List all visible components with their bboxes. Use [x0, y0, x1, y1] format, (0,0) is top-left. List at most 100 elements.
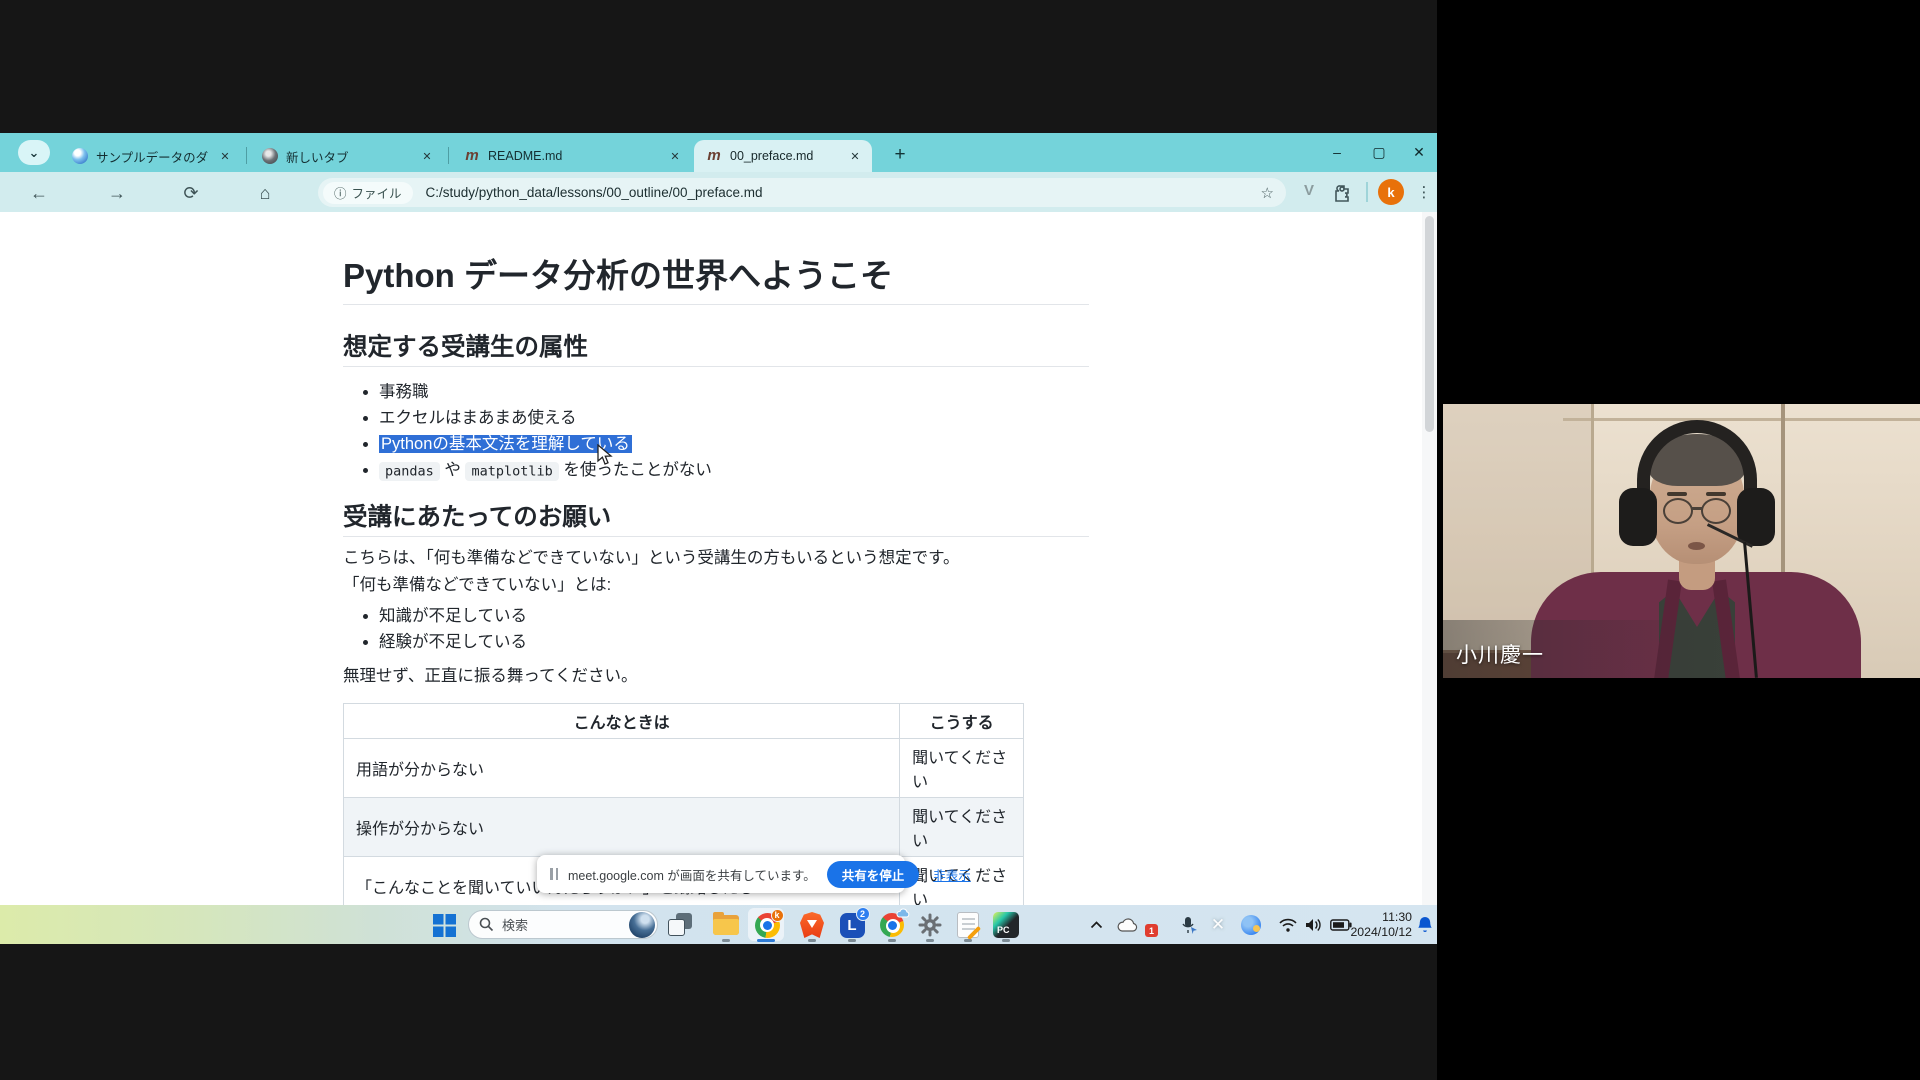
extensions-puzzle-icon[interactable]: [1332, 183, 1352, 208]
chrome-button[interactable]: k: [753, 911, 781, 939]
scrollbar-thumb[interactable]: [1425, 216, 1434, 432]
list-item-text: や: [440, 461, 466, 479]
notepad-button[interactable]: [954, 911, 982, 939]
tab-separator: [246, 147, 247, 164]
participant-name-label: 小川慶一: [1456, 639, 1544, 669]
taskbar-search-box[interactable]: 検索: [468, 910, 658, 939]
running-indicator: [848, 939, 856, 942]
minimize-icon: –: [1333, 144, 1341, 160]
onedrive-tray-button[interactable]: [1114, 911, 1140, 939]
new-tab-button[interactable]: +: [886, 141, 914, 169]
wifi-tray-button[interactable]: [1276, 911, 1300, 939]
info-icon: ⓘ: [334, 183, 347, 202]
maximize-button[interactable]: ▢: [1364, 137, 1394, 167]
chrome-profile2-button[interactable]: [878, 911, 906, 939]
headphones-band: [1637, 420, 1757, 490]
markdown-favicon-icon: m: [464, 148, 480, 164]
close-window-button[interactable]: ✕: [1404, 137, 1434, 167]
chrome-cloud-icon: [880, 913, 904, 937]
mouse-cursor: [597, 444, 616, 471]
tab-new-tab[interactable]: 新しいタブ ✕: [250, 140, 444, 172]
tab-close-icon[interactable]: ✕: [666, 147, 684, 165]
chrome-active-highlight[interactable]: k: [748, 908, 784, 941]
tab-title: サンプルデータのダウンロードからPych: [96, 147, 208, 166]
pycharm-button[interactable]: PC: [992, 911, 1020, 939]
bookmark-star-icon[interactable]: ☆: [1261, 184, 1274, 202]
tray-expand-button[interactable]: [1084, 911, 1108, 939]
line-icon: L 2: [840, 913, 865, 938]
settings-button[interactable]: [916, 911, 944, 939]
list-item: 知識が不足している: [379, 603, 1089, 629]
attributes-list: 事務職 エクセルはまあまあ使える Pythonの基本文法を理解している pand…: [343, 379, 1089, 484]
profile-avatar[interactable]: k: [1378, 179, 1404, 205]
chrome-profile-badge: k: [771, 909, 784, 922]
browser-menu-button[interactable]: ⋮: [1416, 180, 1432, 204]
tab-close-icon[interactable]: ✕: [418, 147, 436, 165]
back-button[interactable]: ←: [26, 180, 52, 206]
cloud-badge-icon: [896, 908, 910, 918]
stop-sharing-button[interactable]: 共有を停止: [827, 861, 920, 888]
markdown-document: Python データ分析の世界へようこそ 想定する受講生の属性 事務職 エクセル…: [343, 212, 1089, 905]
new-tab-favicon-icon: [262, 148, 278, 164]
notification-center-button[interactable]: [1414, 911, 1436, 939]
forward-button[interactable]: →: [104, 180, 130, 206]
microphone-icon: [1180, 916, 1198, 934]
clock-time: 11:30: [1346, 910, 1412, 925]
x-mark-icon: ✕: [1211, 915, 1225, 935]
notification-bell-icon: [1417, 916, 1433, 934]
folder-icon: [713, 915, 739, 935]
search-placeholder: 検索: [502, 915, 528, 934]
tab-readme[interactable]: m README.md ✕: [452, 140, 692, 172]
person-mouth: [1688, 542, 1705, 550]
tab-close-icon[interactable]: ✕: [846, 147, 864, 165]
notepad-icon: [957, 912, 979, 938]
tab-search-button[interactable]: ⌄: [18, 140, 50, 165]
taskbar-clock[interactable]: 11:30 2024/10/12: [1346, 910, 1412, 939]
gear-icon: [918, 913, 942, 937]
tab-close-icon[interactable]: ✕: [216, 147, 234, 165]
hide-link[interactable]: 非表示: [933, 865, 971, 884]
extension-v-icon[interactable]: V: [1298, 182, 1320, 204]
clock-date: 2024/10/12: [1346, 925, 1412, 940]
microphone-tray-button[interactable]: [1176, 911, 1202, 939]
tab-title: 00_preface.md: [730, 149, 838, 163]
volume-tray-button[interactable]: [1302, 911, 1326, 939]
task-view-button[interactable]: [666, 911, 694, 939]
bird-app-tray-button[interactable]: [1238, 911, 1264, 939]
glasses-bridge: [1691, 507, 1703, 510]
minimize-button[interactable]: –: [1322, 137, 1352, 167]
file-scheme-chip[interactable]: ⓘ ファイル: [323, 182, 413, 204]
share-message: meet.google.com が画面を共有しています。: [568, 865, 816, 884]
line-app-button[interactable]: L 2: [838, 911, 866, 939]
table-row: 用語が分からない 聞いてください: [344, 739, 1024, 798]
start-button[interactable]: [430, 911, 458, 939]
table-cell: 聞いてください: [900, 739, 1024, 798]
reload-button[interactable]: ⟳: [178, 180, 204, 206]
brave-button[interactable]: [798, 911, 826, 939]
scrollbar[interactable]: [1422, 212, 1437, 905]
list-item: エクセルはまあまあ使える: [379, 405, 1089, 431]
weather-widget-icon[interactable]: [629, 912, 655, 938]
tab-preface-active[interactable]: m 00_preface.md ✕: [694, 140, 872, 172]
file-explorer-button[interactable]: [712, 911, 740, 939]
tab-sample-data[interactable]: サンプルデータのダウンロードからPych ✕: [60, 140, 242, 172]
windows-logo-icon: [433, 914, 456, 937]
list-item: pandas や matplotlib を使ったことがない: [379, 457, 1089, 484]
ime-tray-button[interactable]: ✕: [1206, 911, 1230, 939]
browser-toolbar: ← → ⟳ ⌂ ⓘ ファイル C:/study/python_data/less…: [0, 172, 1437, 212]
notification-count-badge: 1: [1145, 924, 1158, 937]
paragraph: 無理せず、正直に振る舞ってください。: [343, 663, 1089, 690]
wifi-icon: [1279, 918, 1297, 932]
selected-text: Pythonの基本文法を理解している: [379, 435, 632, 453]
search-icon: [479, 917, 494, 932]
section-heading-attributes: 想定する受講生の属性: [343, 333, 1089, 367]
code-span: pandas: [379, 462, 440, 481]
person-eyebrow: [1667, 492, 1687, 496]
update-tray-button[interactable]: 1: [1146, 911, 1170, 939]
tab-title: 新しいタブ: [286, 147, 410, 166]
home-button[interactable]: ⌂: [252, 180, 278, 206]
list-item-text: を使ったことがない: [559, 461, 712, 479]
address-bar[interactable]: ⓘ ファイル C:/study/python_data/lessons/00_o…: [318, 178, 1286, 207]
running-indicator: [808, 939, 816, 942]
cloud-icon: [1117, 918, 1138, 932]
